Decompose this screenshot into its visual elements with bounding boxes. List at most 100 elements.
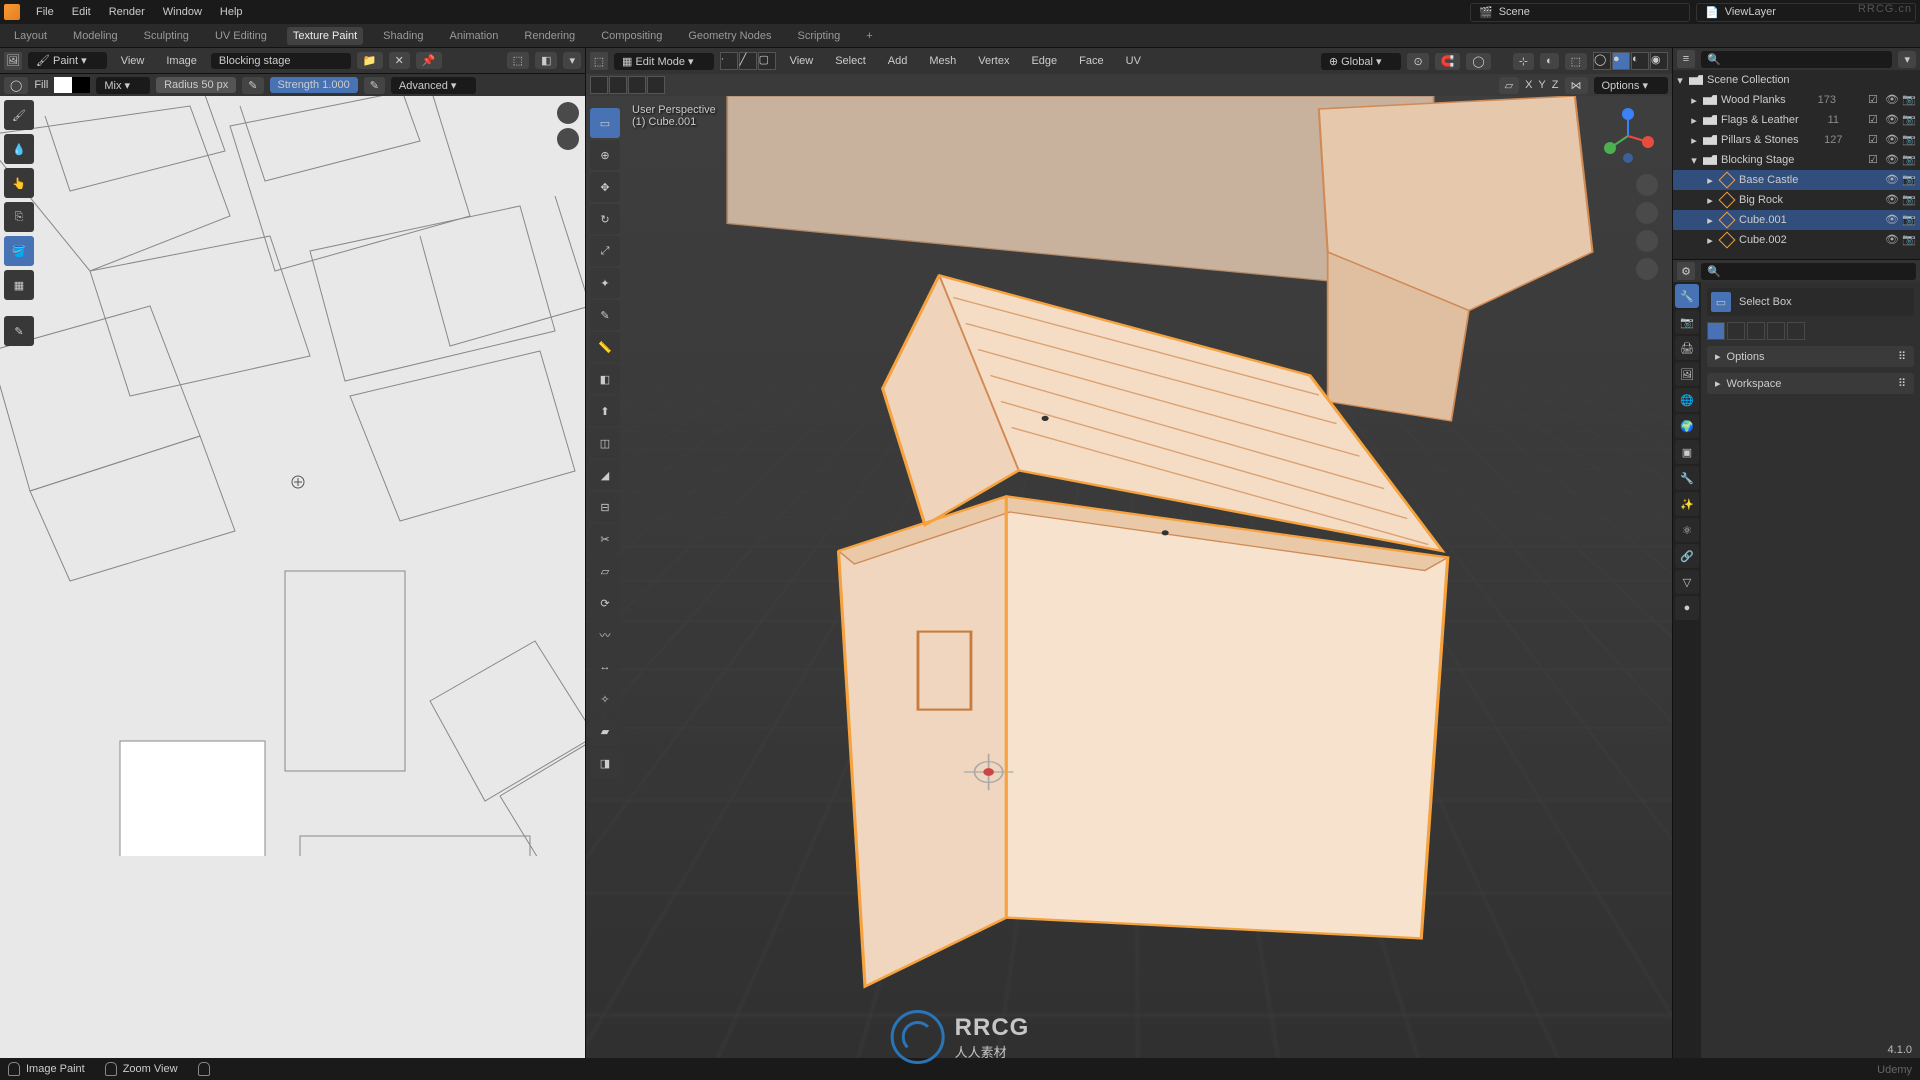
viewport-3d[interactable]: User Perspective (1) Cube.001	[586, 96, 1672, 1058]
radius-field[interactable]: Radius 50 px	[156, 77, 236, 93]
tab-shading[interactable]: Shading	[377, 27, 429, 45]
menu-vertex[interactable]: Vertex	[970, 52, 1017, 70]
mesh-display-3[interactable]	[628, 76, 646, 94]
tool-soften[interactable]: 💧	[4, 134, 34, 164]
ptab-render[interactable]: 📷	[1675, 310, 1699, 334]
tool-loop-cut[interactable]: ⊟	[590, 492, 620, 522]
channel-button[interactable]: ▾	[563, 52, 581, 69]
tab-uv-editing[interactable]: UV Editing	[209, 27, 273, 45]
collection-pillars-stones[interactable]: ▸Pillars & Stones127 ☑👁📷	[1673, 130, 1920, 150]
tool-spin[interactable]: ⟳	[590, 588, 620, 618]
tool-transform[interactable]: ✦	[590, 268, 620, 298]
axis-x[interactable]: X	[1525, 79, 1532, 91]
tool-cursor[interactable]: ⊕	[590, 140, 620, 170]
mode-dropdown[interactable]: 🖌 Paint ▾	[28, 52, 107, 69]
menu-face[interactable]: Face	[1071, 52, 1111, 70]
strength-pressure-icon[interactable]: ✎	[364, 77, 385, 94]
wireframe-shading[interactable]: ◯	[1593, 52, 1611, 70]
tool-clone[interactable]: ⎘	[4, 202, 34, 232]
menu-uv[interactable]: UV	[1118, 52, 1149, 70]
tab-animation[interactable]: Animation	[444, 27, 505, 45]
tool-draw[interactable]: 🖌	[4, 100, 34, 130]
collection-wood-planks[interactable]: ▸Wood Planks173 ☑👁📷	[1673, 90, 1920, 110]
zoom-3d-icon[interactable]	[1636, 174, 1658, 196]
editor-type-3d-icon[interactable]: ⬚	[590, 52, 608, 70]
tool-knife[interactable]: ✂	[590, 524, 620, 554]
outliner-search[interactable]: 🔍	[1701, 51, 1892, 68]
props-search-input[interactable]	[1725, 265, 1910, 277]
new-image-button[interactable]: ✕	[389, 52, 410, 69]
menu-add[interactable]: Add	[880, 52, 916, 70]
pivot-icon[interactable]: ⊙	[1407, 53, 1428, 70]
uv-canvas[interactable]	[0, 96, 585, 1058]
mini-1[interactable]	[1707, 322, 1725, 340]
face-select-mode[interactable]: ▢	[758, 52, 776, 70]
ptab-data[interactable]: ▽	[1675, 570, 1699, 594]
tool-scale[interactable]: ⤢	[590, 236, 620, 266]
outliner-tree[interactable]: ▾Scene Collection ▸Wood Planks173 ☑👁📷 ▸F…	[1673, 70, 1920, 259]
vertex-select-mode[interactable]: ·	[720, 52, 738, 70]
tool-extrude[interactable]: ⬆	[590, 396, 620, 426]
props-type-icon[interactable]: ⚙	[1677, 262, 1695, 280]
material-shading[interactable]: ◐	[1631, 52, 1649, 70]
tool-measure[interactable]: 📏	[590, 332, 620, 362]
object-cube-002[interactable]: ▸Cube.002👁📷	[1673, 230, 1920, 250]
brush-icon[interactable]: ◯	[4, 77, 28, 94]
tool-rotate[interactable]: ↻	[590, 204, 620, 234]
axis-z[interactable]: Z	[1552, 79, 1559, 91]
tool-annotate-3d[interactable]: ✎	[590, 300, 620, 330]
tab-compositing[interactable]: Compositing	[595, 27, 668, 45]
scene-collection-row[interactable]: ▾Scene Collection	[1673, 70, 1920, 90]
tool-shrink[interactable]: ✧	[590, 684, 620, 714]
axis-y[interactable]: Y	[1538, 79, 1545, 91]
mesh-display-4[interactable]	[647, 76, 665, 94]
tab-geometry-nodes[interactable]: Geometry Nodes	[682, 27, 777, 45]
menu-edge[interactable]: Edge	[1023, 52, 1065, 70]
editor-type-icon[interactable]: 🖼	[4, 52, 22, 70]
mini-3[interactable]	[1747, 322, 1765, 340]
xray-toggle[interactable]: ⬚	[1565, 53, 1587, 70]
collection-flags-leather[interactable]: ▸Flags & Leather11 ☑👁📷	[1673, 110, 1920, 130]
ptab-scene[interactable]: 🌐	[1675, 388, 1699, 412]
object-big-rock[interactable]: ▸Big Rock👁📷	[1673, 190, 1920, 210]
pan-icon[interactable]	[557, 128, 579, 150]
ptab-tool[interactable]: 🔧	[1675, 284, 1699, 308]
mini-4[interactable]	[1767, 322, 1785, 340]
menu-image-left[interactable]: Image	[158, 52, 205, 70]
ptab-object[interactable]: ▣	[1675, 440, 1699, 464]
mirror-icon[interactable]: ▱	[1499, 77, 1519, 94]
tool-inset[interactable]: ◫	[590, 428, 620, 458]
menu-window[interactable]: Window	[155, 3, 210, 21]
mesh-display-2[interactable]	[609, 76, 627, 94]
gizmo-toggle[interactable]: ⊹	[1513, 53, 1534, 70]
menu-select[interactable]: Select	[827, 52, 874, 70]
menu-view-3d[interactable]: View	[782, 52, 822, 70]
panel-options[interactable]: ▸Options⠿	[1707, 346, 1914, 367]
advanced-dropdown[interactable]: Advanced ▾	[391, 77, 477, 94]
primary-color[interactable]	[54, 77, 72, 93]
tool-fill[interactable]: 🪣	[4, 236, 34, 266]
collection-blocking-stage[interactable]: ▾Blocking Stage ☑👁📷	[1673, 150, 1920, 170]
scene-selector[interactable]: 🎬Scene	[1470, 3, 1690, 22]
options-dropdown[interactable]: Options ▾	[1594, 77, 1669, 94]
color-swatch[interactable]	[54, 77, 90, 93]
camera-view-icon[interactable]	[1636, 230, 1658, 252]
ptab-physics[interactable]: ⚛	[1675, 518, 1699, 542]
tab-scripting[interactable]: Scripting	[791, 27, 846, 45]
mask-button[interactable]: ◧	[535, 52, 557, 69]
tab-layout[interactable]: Layout	[8, 27, 53, 45]
ptab-material[interactable]: ●	[1675, 596, 1699, 620]
snap-toggle[interactable]: 🧲	[1435, 53, 1461, 70]
outliner-type-icon[interactable]: ≡	[1677, 50, 1695, 68]
viewlayer-selector[interactable]: 📄ViewLayer	[1696, 3, 1916, 22]
filter-icon[interactable]: ▾	[1898, 51, 1916, 68]
mesh-display-1[interactable]	[590, 76, 608, 94]
tool-smear[interactable]: 👆	[4, 168, 34, 198]
object-cube-001[interactable]: ▸Cube.001👁📷	[1673, 210, 1920, 230]
tool-poly-build[interactable]: ▱	[590, 556, 620, 586]
tab-modeling[interactable]: Modeling	[67, 27, 124, 45]
props-search[interactable]: 🔍	[1701, 263, 1916, 280]
blend-mode[interactable]: Mix ▾	[96, 77, 150, 94]
menu-file[interactable]: File	[28, 3, 62, 21]
menu-help[interactable]: Help	[212, 3, 251, 21]
